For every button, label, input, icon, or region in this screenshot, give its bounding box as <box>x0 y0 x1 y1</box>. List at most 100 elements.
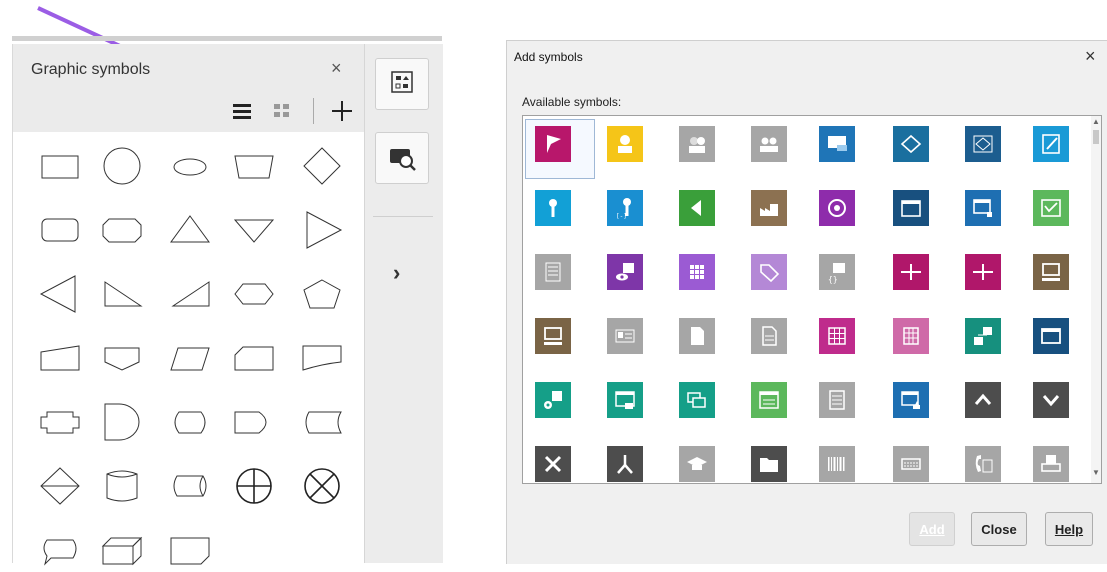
window-icon[interactable] <box>893 190 929 226</box>
monitor-card-icon[interactable] <box>819 126 855 162</box>
symbol-library-icon[interactable] <box>375 58 429 110</box>
person-icon[interactable] <box>607 126 643 162</box>
steering-icon[interactable] <box>819 190 855 226</box>
chevron-up-icon[interactable] <box>965 382 1001 418</box>
circle-shape[interactable] <box>97 144 147 188</box>
group-icon[interactable] <box>679 126 715 162</box>
close-panel-icon[interactable]: × <box>331 58 342 79</box>
keyboard-icon[interactable] <box>893 446 929 482</box>
chevron-down-icon[interactable] <box>1033 382 1069 418</box>
diamond-shape[interactable] <box>297 144 347 188</box>
grid-view-icon[interactable] <box>271 100 293 122</box>
summing-junction-shape[interactable] <box>229 464 279 508</box>
dialog-close-icon[interactable]: × <box>1085 46 1096 67</box>
rounded-rectangle-shape[interactable] <box>35 208 85 252</box>
right-angle-triangle-flipped-shape[interactable] <box>165 272 215 316</box>
list-box-icon[interactable] <box>819 382 855 418</box>
add-button[interactable]: Add <box>909 512 955 546</box>
table-magenta-icon[interactable] <box>819 318 855 354</box>
rectangle-shape[interactable] <box>35 144 85 188</box>
left-triangle-arrow-shape[interactable] <box>35 272 85 316</box>
table-pink-icon[interactable] <box>893 318 929 354</box>
cylinder-shape[interactable] <box>97 464 147 508</box>
tag-icon[interactable] <box>751 254 787 290</box>
barcode-icon[interactable] <box>819 446 855 482</box>
off-page-connector-shape[interactable] <box>97 336 147 380</box>
pencil-note-icon[interactable] <box>1033 126 1069 162</box>
window-star-icon[interactable] <box>893 382 929 418</box>
window-green-icon[interactable] <box>607 382 643 418</box>
computer-brown-icon[interactable] <box>535 318 571 354</box>
search-symbols-icon[interactable] <box>375 132 429 184</box>
display-shape[interactable] <box>165 400 215 444</box>
factory-icon[interactable] <box>751 190 787 226</box>
symbol-list[interactable]: ▲ ▼ [-] {} <box>522 115 1102 484</box>
list-view-icon[interactable] <box>231 100 253 122</box>
window-blue-icon[interactable] <box>1033 318 1069 354</box>
symbol-list-scrollbar[interactable]: ▲ ▼ <box>1091 116 1101 483</box>
id-card-icon[interactable] <box>607 318 643 354</box>
window-plugin-icon[interactable] <box>965 190 1001 226</box>
play-left-icon[interactable] <box>679 190 715 226</box>
node-magenta-icon[interactable] <box>893 254 929 290</box>
grid-purple-icon[interactable] <box>679 254 715 290</box>
add-symbols-dialog: Add symbols × Available symbols: ▲ ▼ [-]… <box>506 40 1107 564</box>
diamond-box-icon[interactable] <box>965 126 1001 162</box>
card-shape[interactable] <box>297 336 347 380</box>
graduation-cap-icon[interactable] <box>679 446 715 482</box>
browser-green-icon[interactable] <box>751 382 787 418</box>
node-magenta-2-icon[interactable] <box>965 254 1001 290</box>
triangle-shape[interactable] <box>165 208 215 252</box>
help-button[interactable]: Help <box>1045 512 1093 546</box>
hexagon-shape[interactable] <box>229 272 279 316</box>
display-alt-shape[interactable] <box>229 400 279 444</box>
windows-stack-icon[interactable] <box>679 382 715 418</box>
computer-icon[interactable] <box>1033 254 1069 290</box>
plus-icon[interactable] <box>331 100 353 122</box>
delay-shape[interactable] <box>97 400 147 444</box>
scroll-up-icon[interactable]: ▲ <box>1092 117 1100 126</box>
folder-icon[interactable] <box>751 446 787 482</box>
image-check-icon[interactable] <box>1033 190 1069 226</box>
hierarchy-icon[interactable] <box>965 318 1001 354</box>
folded-corner-shape[interactable] <box>165 528 215 572</box>
key-icon[interactable] <box>535 190 571 226</box>
right-triangle-arrow-shape[interactable] <box>297 208 347 252</box>
key-code-icon[interactable]: [-] <box>607 190 643 226</box>
list-icon[interactable] <box>535 254 571 290</box>
group-gray-icon[interactable] <box>751 126 787 162</box>
close-button[interactable]: Close <box>971 512 1027 546</box>
manual-input-shape[interactable] <box>35 336 85 380</box>
octagon-rectangle-shape[interactable] <box>97 208 147 252</box>
parallelogram-shape[interactable] <box>165 336 215 380</box>
phone-icon[interactable] <box>965 446 1001 482</box>
inverted-triangle-shape[interactable] <box>229 208 279 252</box>
printer-icon[interactable] <box>1033 446 1069 482</box>
callout-shape[interactable] <box>35 528 85 572</box>
device-network-icon[interactable] <box>535 382 571 418</box>
scroll-down-icon[interactable]: ▼ <box>1092 468 1100 477</box>
chamfered-rectangle-shape[interactable] <box>229 336 279 380</box>
right-angle-triangle-shape[interactable] <box>97 272 147 316</box>
pentagon-shape[interactable] <box>297 272 347 316</box>
available-symbols-label: Available symbols: <box>522 95 622 109</box>
scroll-thumb[interactable] <box>1093 130 1099 144</box>
flag-icon[interactable] <box>535 126 571 162</box>
close-x-icon[interactable] <box>535 446 571 482</box>
diamond-outline-icon[interactable] <box>893 126 929 162</box>
cross-plus-shape[interactable] <box>35 400 85 444</box>
add-button-label: Add <box>919 522 945 537</box>
sort-shape[interactable] <box>35 464 85 508</box>
code-grid-icon[interactable]: {} <box>819 254 855 290</box>
eye-grid-icon[interactable] <box>607 254 643 290</box>
horizontal-cylinder-shape[interactable] <box>165 464 215 508</box>
stored-data-shape[interactable] <box>297 400 347 444</box>
fork-icon[interactable] <box>607 446 643 482</box>
document-icon[interactable] <box>679 318 715 354</box>
trapezoid-shape[interactable] <box>229 144 279 188</box>
document-lines-icon[interactable] <box>751 318 787 354</box>
cube-shape[interactable] <box>97 528 147 572</box>
or-junction-shape[interactable] <box>297 464 347 508</box>
expand-chevron-icon[interactable]: › <box>393 260 400 286</box>
ellipse-shape[interactable] <box>165 144 215 188</box>
